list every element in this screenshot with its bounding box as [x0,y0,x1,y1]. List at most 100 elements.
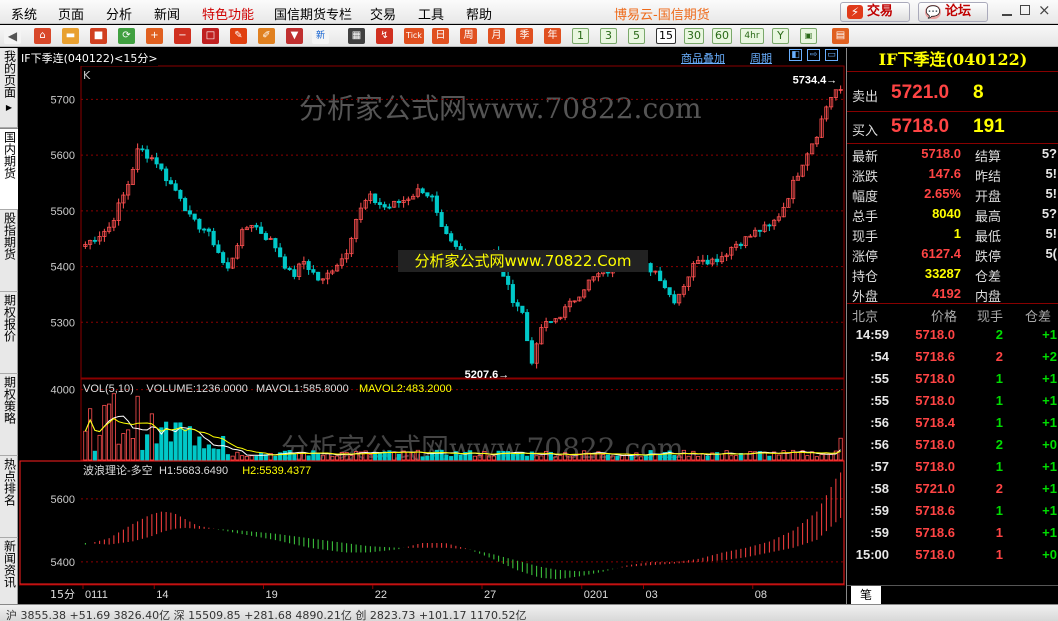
chart-icon[interactable]: ↯ [376,28,393,44]
panel-tabs: 笔 [847,585,1058,604]
period-link[interactable]: 周期 [750,50,772,66]
trade-price: 5718.0 [915,437,955,452]
export-icon[interactable]: ▤ [832,28,849,44]
candle-body [259,226,264,234]
tab-my-page[interactable]: 我的页面 ▶ [0,48,18,128]
minute-3[interactable]: 3 [600,28,617,44]
minute-15[interactable]: 15 [656,28,676,44]
square-icon[interactable]: □ [202,28,219,44]
candle-body [767,224,772,227]
new-icon[interactable]: 新 [312,28,329,44]
menu-tools[interactable]: 工具 [418,4,444,23]
trade-oi: +1 [1042,503,1057,518]
settings-icon[interactable]: ▣ [800,28,817,44]
next-chart-icon[interactable]: ⇨ [807,49,820,61]
back-icon[interactable]: ◀ [4,28,21,44]
menu-analysis[interactable]: 分析 [106,4,132,23]
trade-row: :54 5718.6 2 +2 [847,348,1058,368]
x-tick-label: 0111 [85,589,108,601]
volume-bar [154,443,159,461]
tab-option-strategy-label: 期权策略 [2,376,17,424]
trade-price: 5721.0 [915,481,955,496]
chart-area[interactable]: 分析家公式网www.70822.com 分析家公式网www.70822.com 53… [19,48,845,604]
chart-canvas[interactable]: 分析家公式网www.70822.com分析家公式网www.70822.com53… [19,48,845,604]
trade-oi: +2 [1042,349,1057,364]
tab-tick-detail[interactable]: 笔 [851,586,881,604]
box-icon[interactable]: ■ [90,28,107,44]
volume-bar [273,455,278,461]
minute-1[interactable]: 1 [572,28,589,44]
zoom-in-icon[interactable]: + [146,28,163,44]
candle-body [439,212,444,227]
volume-bar [130,438,135,461]
volume-bar [496,450,501,461]
trade-row: :59 5718.6 1 +1 [847,524,1058,544]
volume-header-text: MAVOL1:585.8000 [256,383,349,395]
period-week[interactable]: 周 [460,28,477,44]
volume-bar [829,454,834,461]
zoom-out-icon[interactable]: − [174,28,191,44]
y-tick-label: 5600 [51,494,75,506]
trade-price: 5718.6 [915,525,955,540]
volume-bar [92,450,97,461]
menu-page[interactable]: 页面 [58,4,84,23]
menu-special[interactable]: 特色功能 [202,4,254,23]
tab-index-futures[interactable]: 股指期货 [0,210,18,292]
trade-button-label: 交易 [867,4,894,19]
candle-body [520,305,525,313]
period-year[interactable]: 年 [544,28,561,44]
table-icon[interactable]: ▦ [348,28,365,44]
trade-time: :56 [870,415,889,430]
minute-30[interactable]: 30 [684,28,704,44]
hour-4[interactable]: 4hr [740,28,764,44]
indicator-header-text: H1:5683.6490 [159,465,228,477]
minute-60[interactable]: 60 [712,28,732,44]
forum-button[interactable]: 💬 论坛 [918,2,988,22]
menu-trade[interactable]: 交易 [370,4,396,23]
overlay-link[interactable]: 商品叠加 [681,50,725,66]
menu-guoxin-column[interactable]: 国信期货专栏 [274,4,352,23]
minute-5[interactable]: 5 [628,28,645,44]
trade-qty: 1 [995,393,1003,408]
period-month[interactable]: 月 [488,28,505,44]
menu-news[interactable]: 新闻 [154,4,180,23]
maximize-icon[interactable] [1020,5,1030,15]
refresh-icon[interactable]: ⟳ [118,28,135,44]
period-season[interactable]: 季 [516,28,533,44]
pen-icon[interactable]: ✎ [230,28,247,44]
period-day[interactable]: 日 [432,28,449,44]
candle-body [449,233,454,242]
folder-icon[interactable]: ▬ [62,28,79,44]
trade-button[interactable]: ⚡ 交易 [840,2,910,22]
tab-domestic-futures[interactable]: 国内期货 [0,128,18,210]
minimize-icon[interactable] [1002,14,1012,16]
volume-bar [149,413,154,461]
volume-bar [192,445,197,461]
candle-body [506,275,511,285]
filter-icon[interactable]: ▼ [286,28,303,44]
tab-news[interactable]: 新闻资讯 [0,538,18,608]
tab-option-quotes[interactable]: 期权报价 [0,292,18,374]
minute-custom[interactable]: Y [772,28,789,44]
tab-hot-ranking[interactable]: 热点排名 [0,456,18,538]
volume-bar [377,452,382,461]
draw-icon[interactable]: ✐ [258,28,275,44]
volume-bar [97,434,102,461]
tab-option-strategy[interactable]: 期权策略 [0,374,18,456]
expand-chart-icon[interactable]: ▭ [825,49,838,61]
close-icon[interactable]: × [1038,1,1051,19]
trade-time: :55 [870,393,889,408]
trade-header-time: 北京 [852,310,879,325]
prev-chart-icon[interactable]: ◧ [789,49,802,61]
candle-body [173,183,178,191]
y-tick-label: 5500 [51,206,75,218]
volume-bar [107,403,112,461]
trade-time: 15:00 [855,547,889,562]
stat-value: 5718.0 [921,146,961,161]
menu-help[interactable]: 帮助 [466,4,492,23]
home-icon[interactable]: ⌂ [34,28,51,44]
trade-oi: +1 [1042,371,1057,386]
menu-system[interactable]: 系统 [11,4,37,23]
tick-button[interactable]: Tick [404,28,424,44]
stat-label: 现手 [852,230,879,245]
